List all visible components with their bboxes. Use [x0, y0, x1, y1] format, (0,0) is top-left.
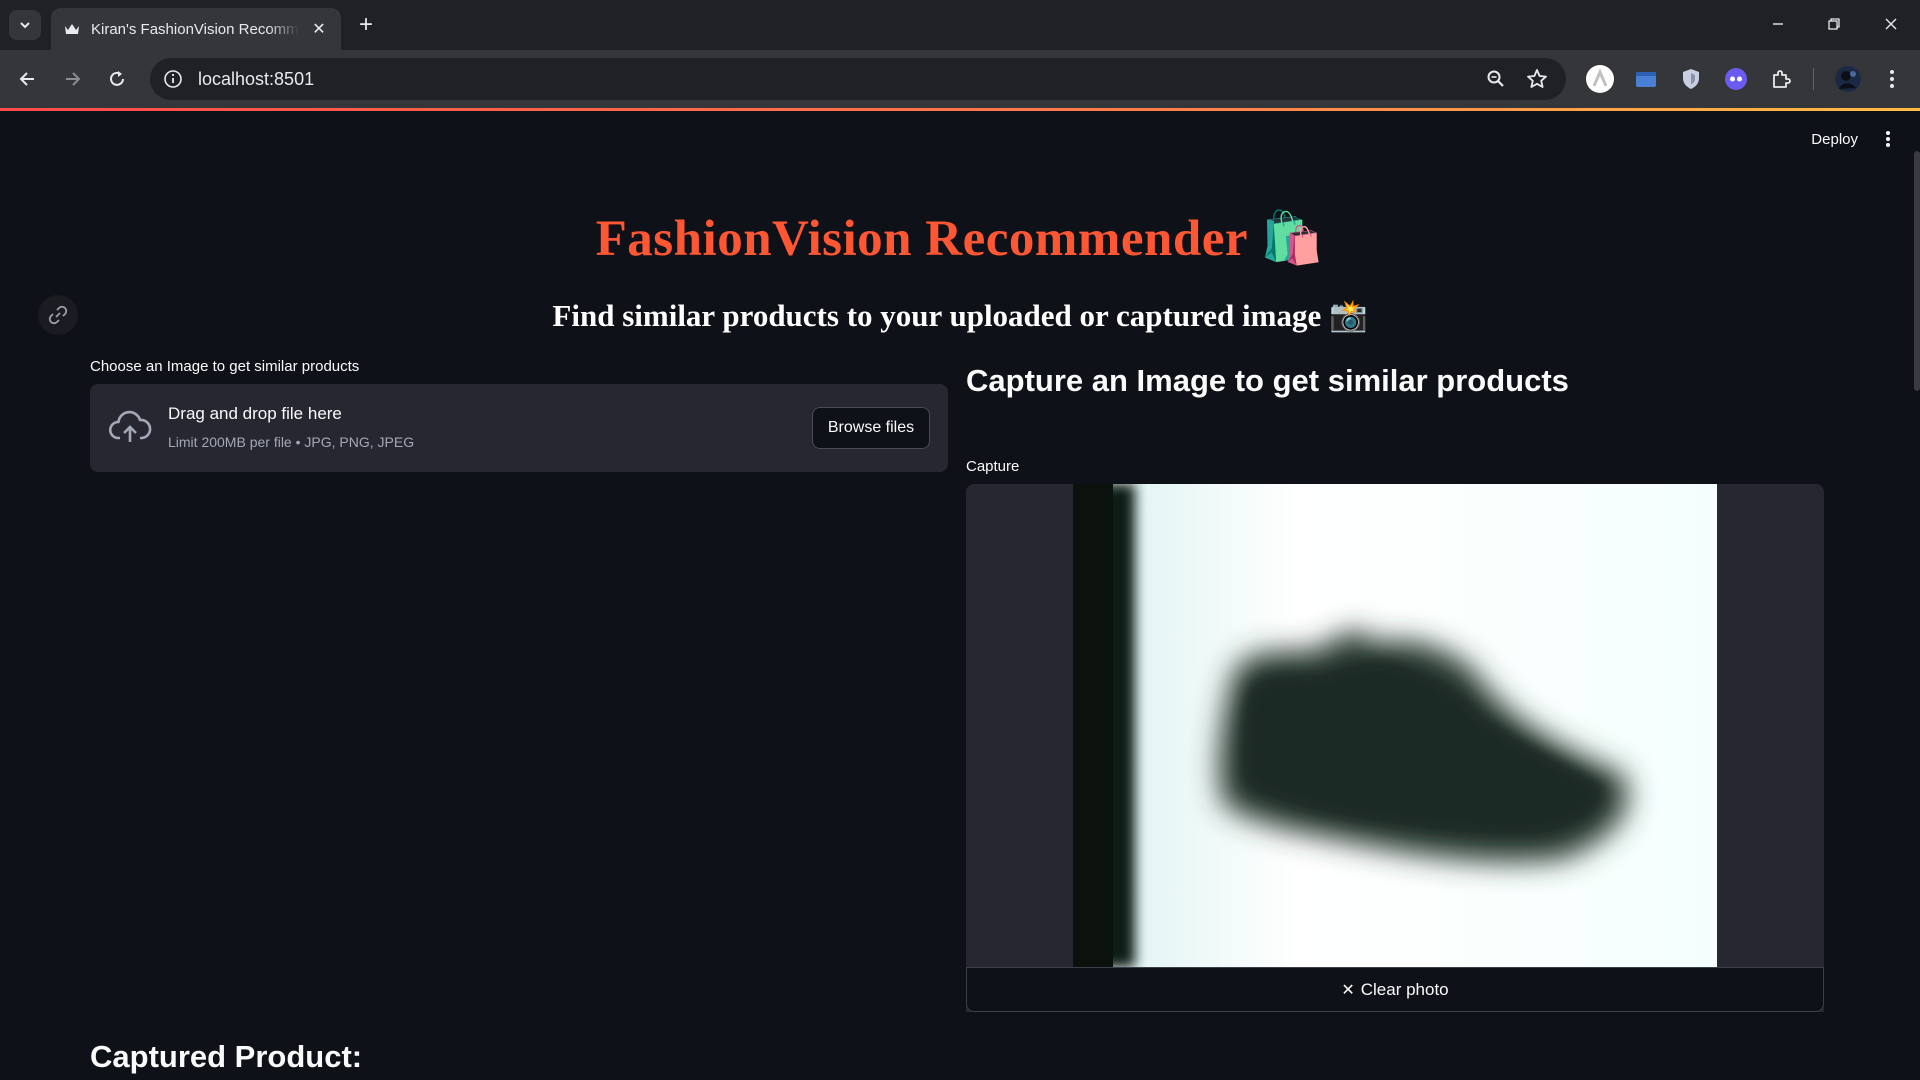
captured-product-heading: Captured Product:: [90, 1039, 363, 1074]
browser-menu-icon[interactable]: [1877, 64, 1907, 94]
new-tab-button[interactable]: +: [353, 11, 379, 38]
main-menu-button[interactable]: [1876, 125, 1900, 153]
tab-close-icon[interactable]: ✕: [309, 19, 329, 39]
browser-toolbar: localhost:8501: [0, 50, 1920, 109]
page-subtitle-text: Find similar products to your uploaded o…: [552, 298, 1322, 333]
avatar[interactable]: [1833, 64, 1863, 94]
address-bar[interactable]: localhost:8501: [150, 58, 1566, 100]
back-button[interactable]: [13, 64, 43, 94]
close-window-button[interactable]: [1871, 8, 1911, 40]
captured-photo: [1073, 484, 1717, 967]
page-subtitle: Find similar products to your uploaded o…: [0, 297, 1920, 334]
tab-search-button[interactable]: [9, 10, 41, 40]
url-text[interactable]: localhost:8501: [198, 69, 314, 90]
site-info-icon[interactable]: [158, 64, 188, 94]
browser-tab-active[interactable]: Kiran's FashionVision Recommender ✕: [51, 8, 341, 50]
crown-icon: [63, 20, 81, 38]
bookmark-star-icon[interactable]: [1522, 64, 1552, 94]
zoom-icon[interactable]: [1481, 64, 1511, 94]
cloud-upload-icon: [108, 410, 152, 442]
page-title-text: FashionVision Recommender: [595, 211, 1248, 267]
capture-heading: Capture an Image to get similar products: [966, 363, 1569, 398]
minimize-icon: [1773, 23, 1783, 25]
shopping-bags-icon: 🛍️: [1260, 211, 1325, 267]
browse-files-button[interactable]: Browse files: [812, 407, 930, 449]
kebab-menu-icon: [1886, 131, 1890, 147]
file-dropzone[interactable]: Drag and drop file here Limit 200MB per …: [90, 384, 948, 472]
dropzone-hint: Limit 200MB per file • JPG, PNG, JPEG: [168, 434, 415, 450]
bot-extension-icon[interactable]: [1721, 64, 1751, 94]
dropzone-title: Drag and drop file here: [168, 404, 342, 423]
profile-a-extension-icon[interactable]: [1585, 64, 1615, 94]
deploy-button[interactable]: Deploy: [1805, 125, 1864, 154]
camera-label: Capture: [966, 458, 1020, 475]
minimize-button[interactable]: [1758, 8, 1798, 40]
window-extension-icon[interactable]: [1631, 64, 1661, 94]
restore-icon: [1828, 18, 1840, 30]
uploader-label: Choose an Image to get similar products: [90, 358, 360, 375]
camera-input[interactable]: [966, 484, 1824, 1012]
puzzle-extensions-icon[interactable]: [1766, 64, 1796, 94]
close-icon: ✕: [1341, 981, 1355, 999]
arrow-right-icon: [66, 72, 81, 86]
forward-button[interactable]: [57, 64, 87, 94]
chevron-down-icon: [20, 22, 30, 29]
clear-photo-button[interactable]: ✕ Clear photo: [966, 967, 1824, 1012]
page-title: FashionVision Recommender 🛍️: [0, 209, 1920, 268]
arrow-left-icon: [19, 72, 34, 86]
toolbar-divider: [1813, 68, 1814, 90]
tab-title: Kiran's FashionVision Recommender: [91, 20, 299, 38]
reload-button[interactable]: [102, 64, 132, 94]
camera-flash-icon: 📸: [1328, 298, 1368, 333]
restore-button[interactable]: [1814, 8, 1854, 40]
close-icon: [1885, 18, 1897, 30]
browser-tabstrip: Kiran's FashionVision Recommender ✕ +: [0, 0, 1920, 50]
reload-icon: [110, 71, 124, 86]
app-view: Deploy FashionVision Recommender 🛍️ Find…: [0, 111, 1920, 1080]
clear-photo-label: Clear photo: [1360, 979, 1449, 999]
shield-extension-icon[interactable]: [1676, 64, 1706, 94]
scrollbar[interactable]: [1914, 151, 1920, 391]
